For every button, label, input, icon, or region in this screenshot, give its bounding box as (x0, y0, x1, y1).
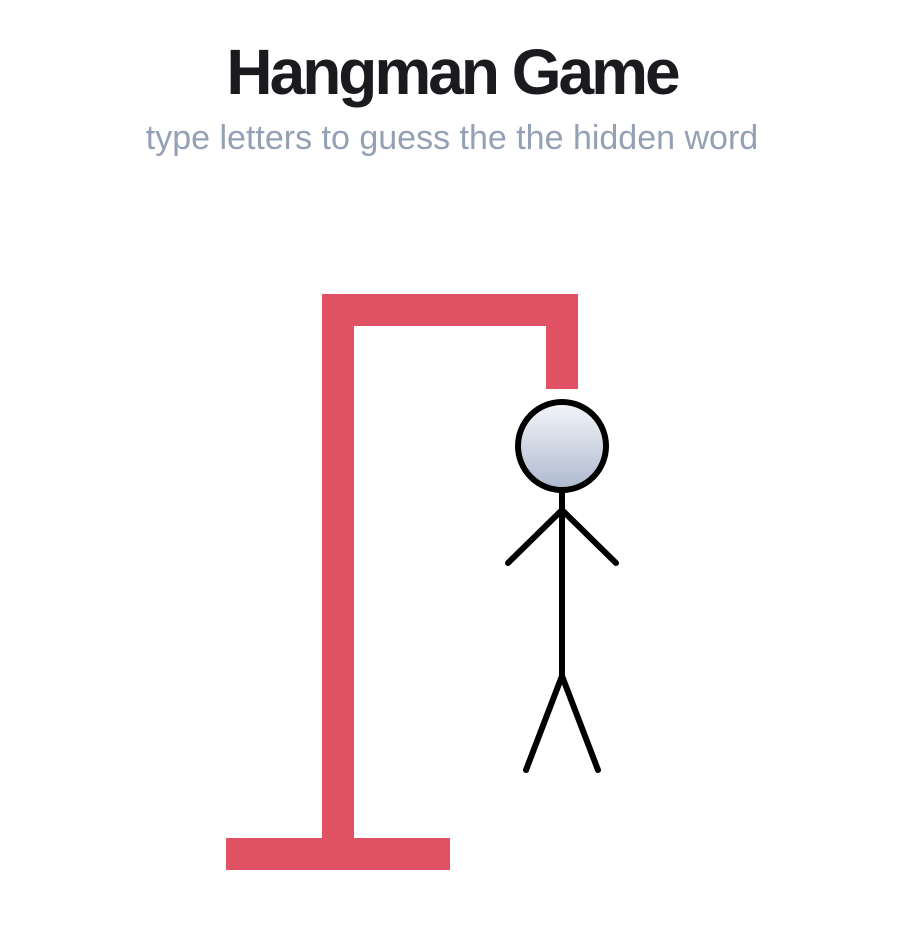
hangman-drawing (226, 294, 619, 870)
gallows-rope (546, 294, 578, 389)
figure-left-leg (523, 673, 565, 773)
figure-right-arm (559, 507, 619, 566)
figure-left-arm (505, 507, 565, 566)
figure-head (515, 399, 609, 493)
gallows-pole (322, 294, 354, 870)
figure-right-leg (559, 673, 601, 773)
gallows-beam (322, 294, 578, 326)
hangman-figure (505, 399, 619, 773)
gallows (226, 294, 578, 870)
